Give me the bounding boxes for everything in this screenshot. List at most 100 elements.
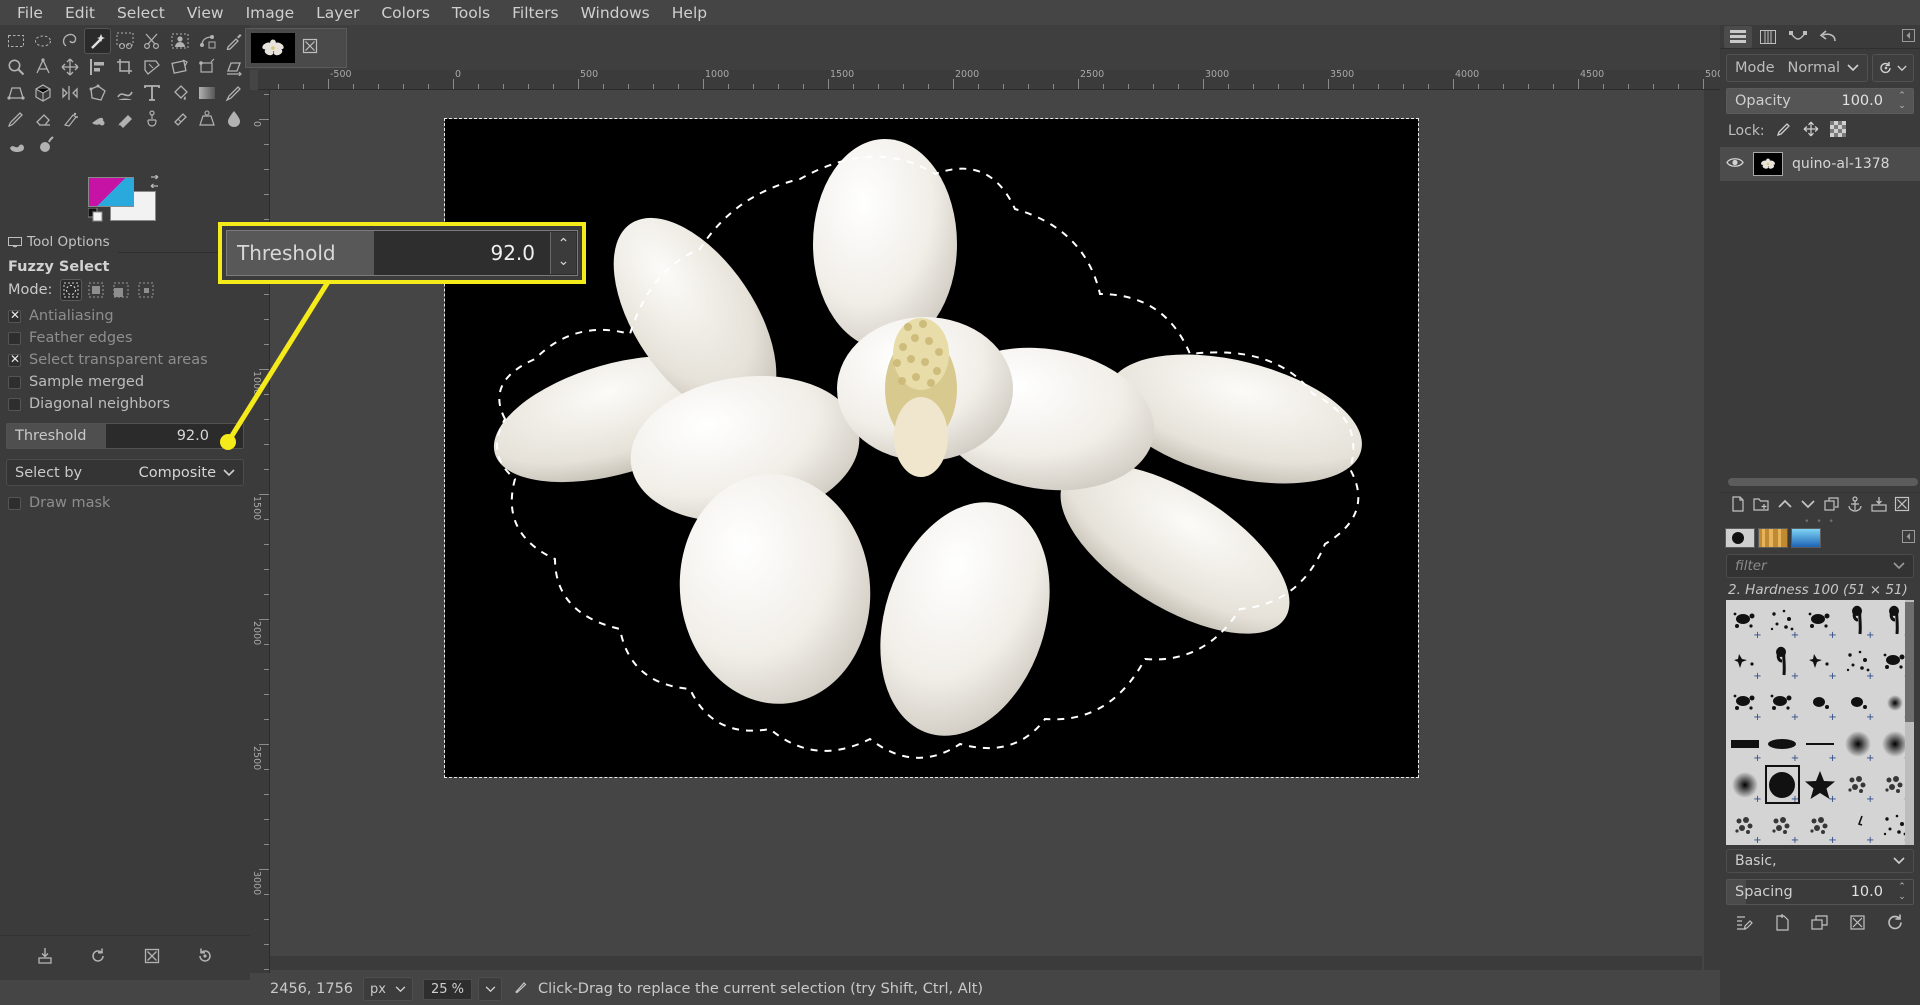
- brush-filter-input[interactable]: filter: [1726, 554, 1914, 578]
- delete-layer-icon[interactable]: [1894, 496, 1910, 516]
- menu-layer[interactable]: Layer: [305, 1, 370, 25]
- tool-airbrush[interactable]: [57, 106, 84, 132]
- tool-perspective[interactable]: [2, 80, 29, 106]
- brush-cell[interactable]: +: [1839, 764, 1877, 805]
- brush-cell[interactable]: +: [1839, 805, 1877, 845]
- opacity-slider[interactable]: Opacity 100.0 ⌃ ⌄: [1726, 88, 1914, 114]
- menu-file[interactable]: File: [6, 1, 54, 25]
- tool-zoom[interactable]: [2, 54, 29, 80]
- tool-text[interactable]: [139, 80, 166, 106]
- zoom-value[interactable]: 25 %: [422, 978, 473, 1000]
- brush-cell[interactable]: +: [1726, 641, 1764, 682]
- menu-image[interactable]: Image: [235, 1, 306, 25]
- layer-visibility-icon[interactable]: [1726, 155, 1744, 173]
- brush-cell[interactable]: +: [1726, 723, 1764, 764]
- swap-colors-icon[interactable]: [148, 174, 162, 189]
- zoom-dropdown-button[interactable]: [478, 977, 503, 1001]
- option-row-diagonal-neighbors[interactable]: Diagonal neighbors: [0, 393, 250, 415]
- brush-cell[interactable]: +: [1839, 600, 1877, 641]
- brush-grid-scrollbar[interactable]: [1905, 600, 1914, 845]
- canvas-horizontal-scrollbar[interactable]: [270, 956, 1702, 970]
- brush-cell[interactable]: +: [1726, 764, 1764, 805]
- lower-layer-icon[interactable]: [1800, 496, 1816, 516]
- spacing-slider[interactable]: Spacing 10.0 ⌃ ⌄: [1726, 879, 1914, 905]
- tool-blur-sharpen[interactable]: [221, 106, 248, 132]
- edit-brush-icon[interactable]: [1736, 914, 1754, 935]
- layer-row[interactable]: quino-al-1378: [1720, 147, 1920, 181]
- dock-menu-icon[interactable]: [1902, 28, 1915, 45]
- mode-add-button[interactable]: [85, 279, 107, 301]
- tool-fuzzy-select[interactable]: [83, 28, 112, 54]
- foreground-color-swatch[interactable]: [88, 177, 134, 207]
- tool-flip[interactable]: [57, 80, 84, 106]
- opacity-stepper[interactable]: ⌃ ⌄: [1892, 90, 1912, 112]
- tab-layers[interactable]: [1724, 25, 1752, 48]
- tab-channels[interactable]: [1754, 26, 1782, 48]
- tool-heal[interactable]: [166, 106, 193, 132]
- tool-move[interactable]: [57, 54, 84, 80]
- draw-mask-row[interactable]: Draw mask: [0, 492, 250, 514]
- reset-tool-options-icon[interactable]: [196, 947, 214, 969]
- color-area[interactable]: [87, 174, 168, 222]
- tool-pencil[interactable]: [221, 80, 248, 106]
- checkbox-antialiasing[interactable]: [8, 308, 21, 323]
- brush-cell[interactable]: +: [1726, 682, 1764, 723]
- option-row-antialiasing[interactable]: Antialiasing: [0, 305, 250, 327]
- delete-brush-icon[interactable]: [1849, 914, 1866, 935]
- checkbox-feather-edges[interactable]: [8, 331, 21, 345]
- menu-colors[interactable]: Colors: [370, 1, 441, 25]
- image-tab[interactable]: [245, 28, 347, 68]
- unit-selector[interactable]: px: [363, 977, 413, 1001]
- tab-gradients[interactable]: [1791, 527, 1821, 548]
- brush-cell[interactable]: +: [1839, 723, 1877, 764]
- menu-tools[interactable]: Tools: [441, 1, 501, 25]
- tab-undo-history[interactable]: [1814, 26, 1842, 48]
- brush-cell[interactable]: +: [1764, 600, 1802, 641]
- menu-edit[interactable]: Edit: [54, 1, 106, 25]
- tool-shear[interactable]: [221, 54, 248, 80]
- layer-composite-mode-button[interactable]: [1872, 54, 1914, 82]
- tool-dodge-burn[interactable]: [32, 132, 62, 158]
- select-by-combo[interactable]: Select by Composite: [6, 459, 244, 486]
- duplicate-layer-icon[interactable]: [1824, 496, 1840, 516]
- tool-warp[interactable]: [111, 80, 138, 106]
- tool-color-picker[interactable]: [221, 28, 248, 54]
- threshold-callout-stepper[interactable]: ⌃ ⌄: [550, 232, 576, 274]
- reset-colors-icon[interactable]: [87, 207, 104, 222]
- tool-clone[interactable]: [139, 106, 166, 132]
- restore-tool-preset-icon[interactable]: [89, 947, 107, 969]
- tool-ink[interactable]: [84, 106, 111, 132]
- tool-select-by-color[interactable]: [111, 28, 138, 54]
- anchor-layer-icon[interactable]: [1847, 495, 1863, 516]
- tool-mypaint-brush[interactable]: [111, 106, 138, 132]
- brush-cell[interactable]: +: [1801, 723, 1839, 764]
- brush-grid-scrollbar-thumb[interactable]: [1905, 602, 1914, 722]
- delete-tool-preset-icon[interactable]: [143, 947, 161, 969]
- close-icon[interactable]: [301, 37, 319, 59]
- new-layer-icon[interactable]: [1730, 495, 1746, 516]
- menu-view[interactable]: View: [176, 1, 235, 25]
- tool-3d-transform[interactable]: [29, 80, 56, 106]
- brush-cell[interactable]: +: [1726, 805, 1764, 845]
- mode-intersect-button[interactable]: [135, 279, 157, 301]
- lock-position-icon[interactable]: [1803, 121, 1819, 141]
- merge-down-icon[interactable]: [1871, 496, 1887, 516]
- menu-select[interactable]: Select: [106, 1, 176, 25]
- brushes-dock-menu-icon[interactable]: [1902, 529, 1915, 546]
- mode-subtract-button[interactable]: [110, 279, 132, 301]
- tool-smudge[interactable]: [2, 132, 32, 158]
- threshold-callout-field[interactable]: Threshold 92.0 ⌃ ⌄: [226, 230, 578, 276]
- mode-replace-button[interactable]: [60, 279, 83, 301]
- duplicate-brush-icon[interactable]: [1811, 914, 1829, 935]
- tab-paths[interactable]: [1784, 26, 1812, 48]
- zoom-selector[interactable]: 25 %: [422, 977, 503, 1001]
- tool-align[interactable]: [84, 54, 111, 80]
- option-row-feather-edges[interactable]: Feather edges: [0, 327, 250, 349]
- tab-brushes[interactable]: [1725, 527, 1755, 548]
- tool-paintbrush[interactable]: [2, 106, 29, 132]
- brush-cell[interactable]: +: [1801, 805, 1839, 845]
- brush-cell[interactable]: +: [1801, 641, 1839, 682]
- brush-cell[interactable]: +: [1764, 805, 1802, 845]
- layer-mode-combo[interactable]: Mode Normal: [1726, 54, 1868, 82]
- tool-ellipse-select[interactable]: [29, 28, 56, 54]
